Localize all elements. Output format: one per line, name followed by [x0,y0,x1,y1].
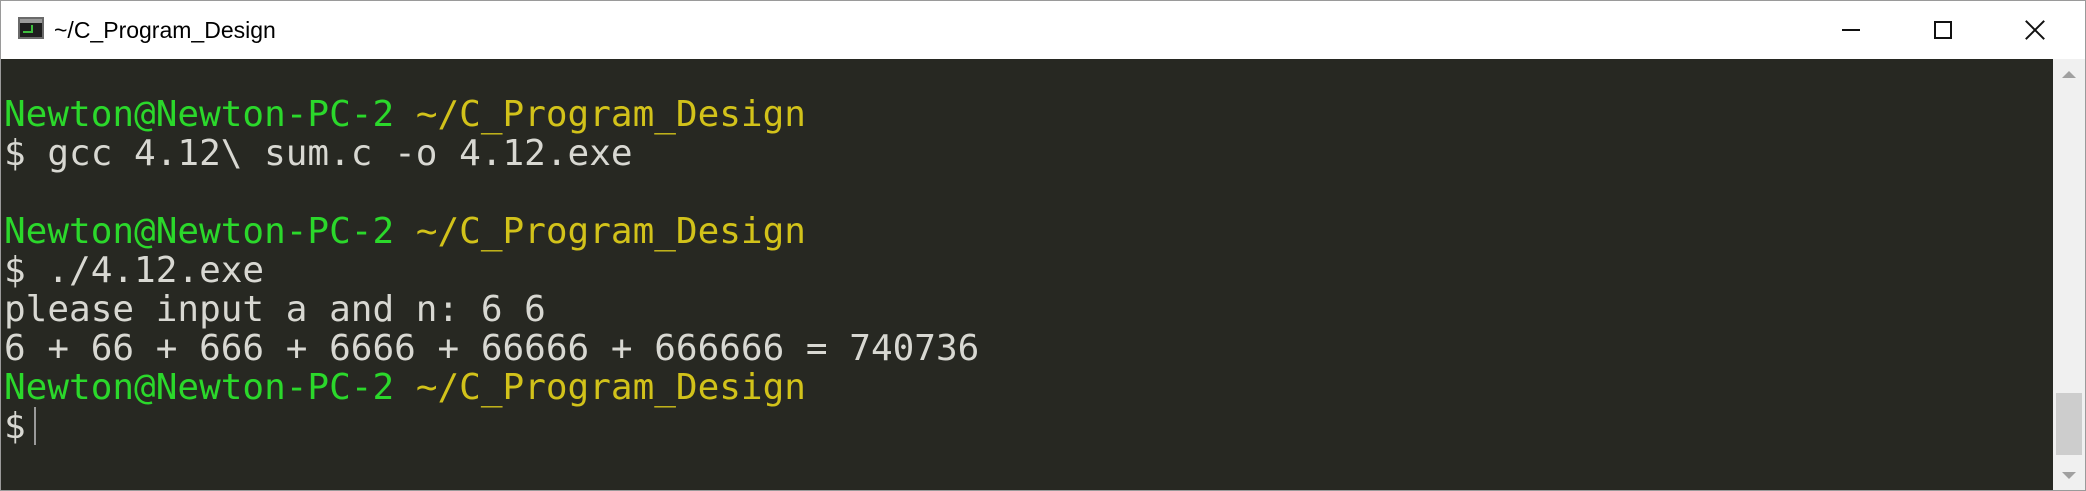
scroll-up-button[interactable] [2053,59,2085,89]
prompt-user: Newton@Newton-PC-2 [4,94,395,135]
command-line: $ ./4.12.exe [4,250,265,291]
prompt-line: Newton@Newton-PC-2 ~/C_Program_Design [4,368,806,407]
text-cursor [33,407,36,445]
prompt-line: Newton@Newton-PC-2 ~/C_Program_Design [4,212,806,251]
terminal-output[interactable]: Newton@Newton-PC-2 ~/C_Program_Design $ … [1,59,2051,490]
input-line[interactable]: $ [4,407,36,446]
minimize-button[interactable] [1805,1,1897,59]
title-bar[interactable]: ~/C_Program_Design [1,1,2085,59]
close-button[interactable] [1989,1,2081,59]
scroll-down-button[interactable] [2053,460,2085,490]
prompt-line: Newton@Newton-PC-2 ~/C_Program_Design [4,95,806,134]
terminal-window: ~/C_Program_Design Newton@Newton-PC-2 ~/… [0,0,2086,491]
close-icon [2024,19,2046,41]
maximize-icon [1934,21,1952,39]
prompt-path: ~/C_Program_Design [415,367,806,408]
maximize-button[interactable] [1897,1,1989,59]
minimize-icon [1842,29,1860,31]
terminal-icon[interactable] [18,17,44,39]
prompt-path: ~/C_Program_Design [415,94,806,135]
window-title: ~/C_Program_Design [54,17,276,43]
prompt-symbol: $ [4,406,26,447]
vertical-scrollbar[interactable] [2053,59,2085,490]
prompt-user: Newton@Newton-PC-2 [4,211,395,252]
prompt-path: ~/C_Program_Design [415,211,806,252]
command-line: $ gcc 4.12\ sum.c -o 4.12.exe [4,133,633,174]
output-line: 6 + 66 + 666 + 6666 + 66666 + 666666 = 7… [4,328,980,369]
arrow-up-icon [2062,70,2076,78]
scroll-thumb[interactable] [2056,393,2082,455]
arrow-down-icon [2062,471,2076,479]
output-line: please input a and n: 6 6 [4,289,546,330]
prompt-user: Newton@Newton-PC-2 [4,367,395,408]
